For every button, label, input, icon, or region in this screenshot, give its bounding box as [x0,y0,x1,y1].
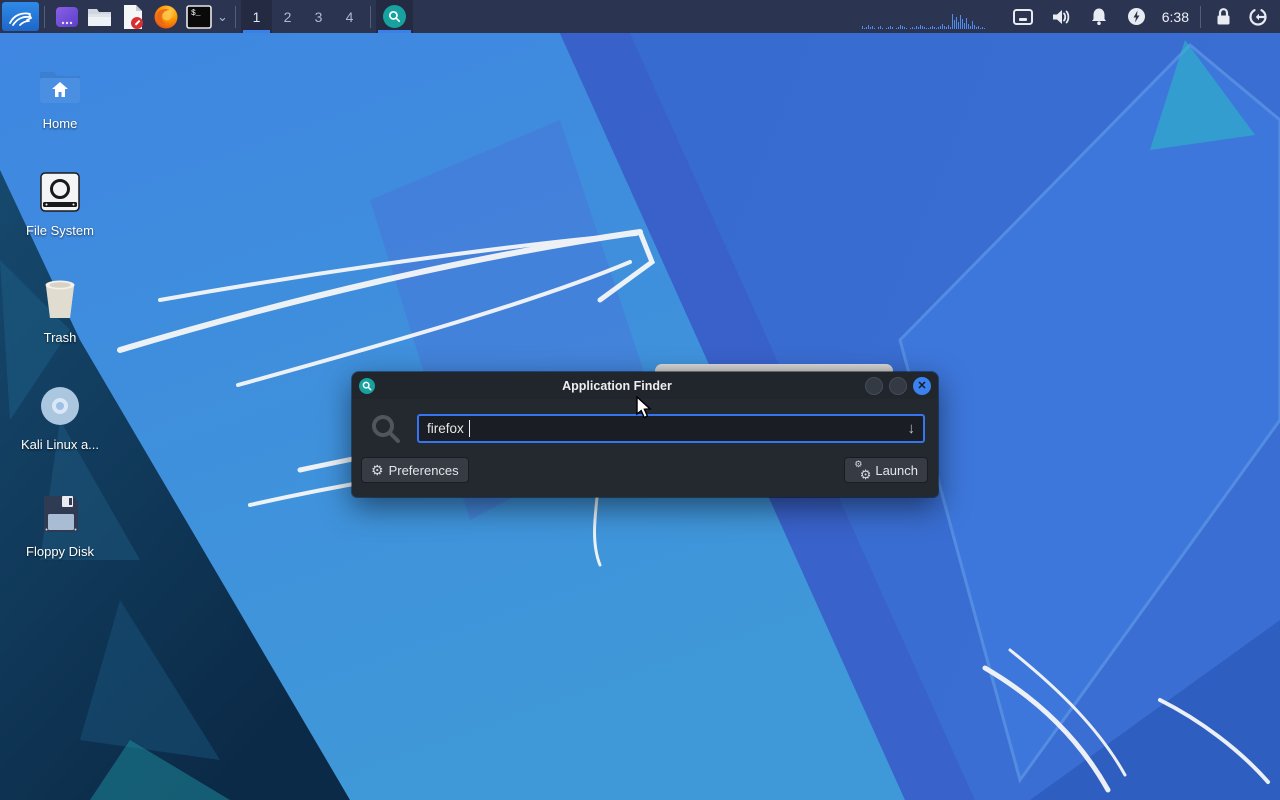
network-indicator[interactable] [1004,0,1042,33]
application-finder-window: Application Finder ✕ firefox ↓ ⚙ Prefere… [352,372,938,497]
applications-menu-button[interactable] [2,2,39,31]
hard-disk-icon [39,157,81,213]
clock[interactable]: 6:38 [1156,9,1195,25]
volume-icon [1052,9,1070,24]
text-editor-icon [123,4,143,29]
desktop-icon-trash[interactable]: Trash [12,264,108,352]
button-row: ⚙ Preferences ⚙ ⚙ Launch [352,457,938,483]
desktop-icon-label: Floppy Disk [26,544,94,559]
terminal-glyph: $_ [191,9,201,18]
cpu-bar [873,27,876,29]
workspace-4[interactable]: 4 [334,0,365,33]
notifications-indicator[interactable] [1080,0,1118,33]
panel-separator [1200,5,1201,28]
desktop-icon-home[interactable]: Home [12,50,108,138]
bell-icon [1091,8,1106,25]
cpu-graph[interactable] [861,5,990,29]
optical-disc-icon [39,371,81,427]
workspace-1-label: 1 [252,8,261,25]
lock-screen-button[interactable] [1206,0,1240,33]
workspace-2-label: 2 [283,8,292,25]
firefox-icon [154,5,177,28]
launch-label: Launch [875,462,918,478]
preferences-label: Preferences [388,462,459,478]
preferences-button[interactable]: ⚙ Preferences [361,457,469,483]
panel-separator [44,5,45,28]
workspace-4-label: 4 [345,8,354,25]
text-caret [468,420,471,437]
gear-icon: ⚙ [371,462,384,478]
kali-logo-icon [8,12,32,26]
lock-icon [1217,8,1229,25]
desktop: $_ ⌄ 1 2 3 4 6:38 Home File System Trash… [0,0,1280,800]
desktop-icon-label: File System [26,223,94,238]
files-app-icon [55,6,78,27]
search-input[interactable]: firefox ↓ [417,414,925,443]
trash-icon [40,264,80,320]
window-title: Application Finder [562,378,672,393]
folder-icon [88,8,111,26]
workspace-3[interactable]: 3 [303,0,334,33]
search-input-value: firefox [427,421,464,436]
desktop-icon-list: Home File System Trash Kali Linux a... F… [12,50,108,585]
cpu-bar [891,26,894,29]
minimize-button[interactable] [865,376,883,395]
workspace-1[interactable]: 1 [241,0,272,33]
desktop-icon-file-system[interactable]: File System [12,157,108,245]
search-icon [370,413,402,450]
power-bolt-icon [1128,8,1146,25]
application-finder-icon [359,377,375,394]
logout-button[interactable] [1240,0,1276,33]
desktop-icon-floppy[interactable]: Floppy Disk [12,478,108,566]
mouse-cursor [636,396,652,419]
network-icon [1012,8,1033,25]
run-icon: ⚙ ⚙ [854,460,872,482]
launcher-file-manager[interactable] [83,0,116,33]
cpu-bar [905,27,908,29]
power-manager-indicator[interactable] [1118,0,1156,33]
taskbar-application-finder[interactable] [376,0,413,33]
terminal-icon: $_ [185,4,212,29]
launcher-files-app[interactable] [50,0,83,33]
desktop-icon-label: Home [42,116,78,131]
launcher-menu-chevron-icon[interactable]: ⌄ [215,0,230,33]
workspace-2[interactable]: 2 [272,0,303,33]
launcher-text-editor[interactable] [116,0,149,33]
entry-dropdown-arrow-icon[interactable]: ↓ [908,421,916,436]
application-finder-icon [383,5,406,28]
workspace-3-label: 3 [314,8,323,25]
floppy-disk-icon [40,478,80,534]
top-panel: $_ ⌄ 1 2 3 4 6:38 [0,0,1280,33]
close-icon: ✕ [917,380,927,392]
cpu-bar [881,27,884,29]
panel-separator [370,5,371,28]
gear-icon: ⚙ [859,467,872,482]
titlebar[interactable]: Application Finder ✕ [352,372,938,399]
desktop-icon-kali-cd[interactable]: Kali Linux a... [12,371,108,459]
desktop-icon-label: Trash [43,330,77,345]
cpu-bar [983,27,986,29]
launch-button[interactable]: ⚙ ⚙ Launch [844,457,928,483]
volume-indicator[interactable] [1042,0,1080,33]
home-folder-icon [38,50,82,106]
panel-separator [235,5,236,28]
logout-icon [1249,8,1267,26]
desktop-icon-label: Kali Linux a... [20,437,100,452]
launcher-firefox[interactable] [149,0,182,33]
maximize-button[interactable] [889,376,907,395]
launcher-terminal[interactable]: $_ [182,0,215,33]
close-button[interactable]: ✕ [913,376,931,395]
